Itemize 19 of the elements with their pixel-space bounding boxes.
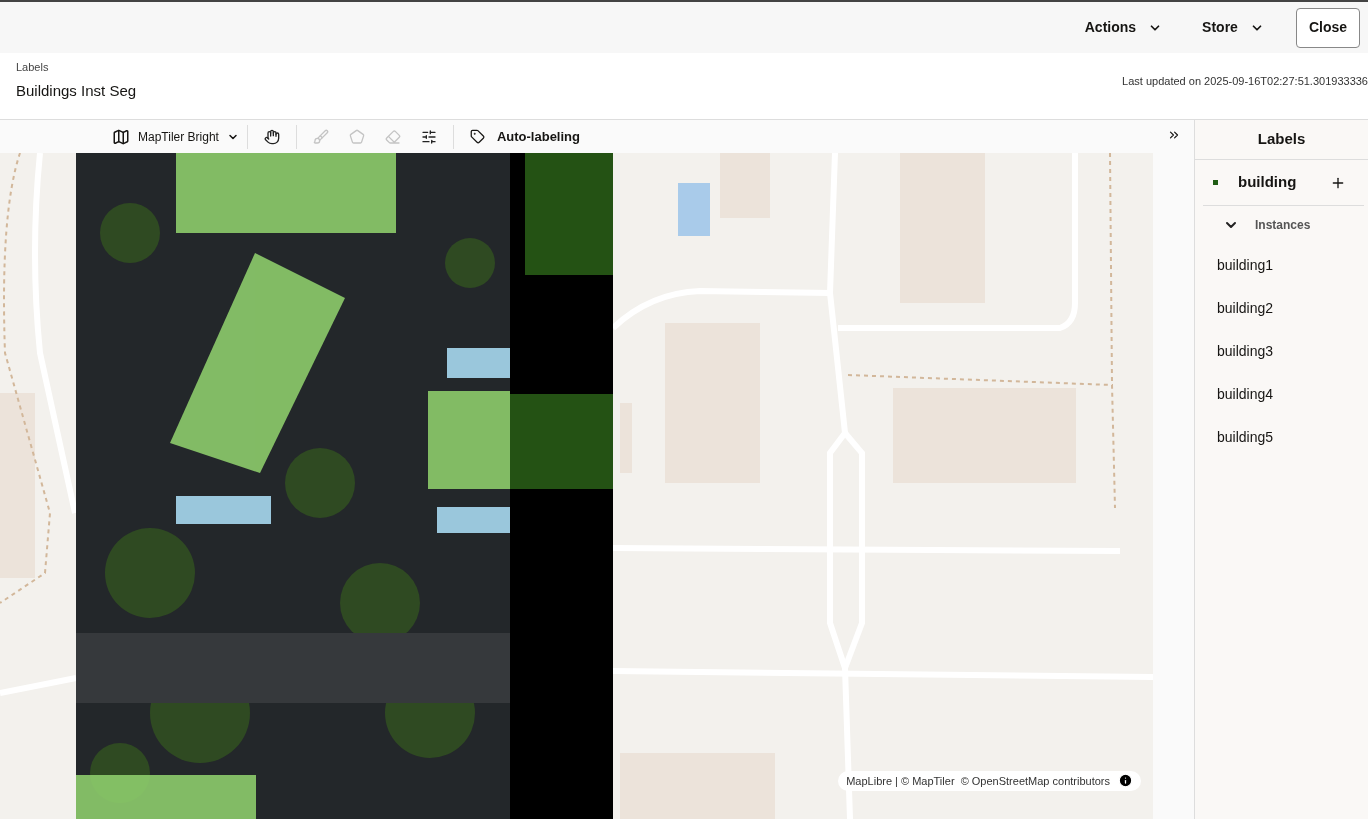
instance-item[interactable]: building3 — [1195, 330, 1368, 373]
panel-title: Labels — [1195, 120, 1368, 160]
instance-item[interactable]: building1 — [1195, 244, 1368, 287]
page-title: Buildings Inst Seg — [16, 80, 137, 101]
info-icon[interactable] — [1118, 773, 1133, 789]
menu-button[interactable]: Actions — [1076, 13, 1171, 42]
instance-item[interactable]: building2 — [1195, 287, 1368, 330]
tag-icon — [469, 129, 485, 144]
auto-labeling-button[interactable]: Auto-labeling — [453, 126, 596, 147]
instance-item[interactable]: building4 — [1195, 373, 1368, 416]
last-updated-text: Last updated on 2025-09-16T02:27:51.301933336 — [1122, 74, 1368, 89]
close-button[interactable]: Close — [1295, 7, 1360, 48]
label-name[interactable]: building — [1238, 171, 1330, 194]
menu-button[interactable]: Store — [1194, 13, 1272, 42]
instance-item[interactable]: building5 — [1195, 416, 1368, 459]
instances-toggle[interactable]: Instances — [1195, 206, 1368, 244]
basemap-dropdown[interactable]: MapTiler Bright — [112, 124, 248, 149]
breadcrumb: Labels — [16, 60, 50, 75]
map-icon — [112, 127, 130, 146]
